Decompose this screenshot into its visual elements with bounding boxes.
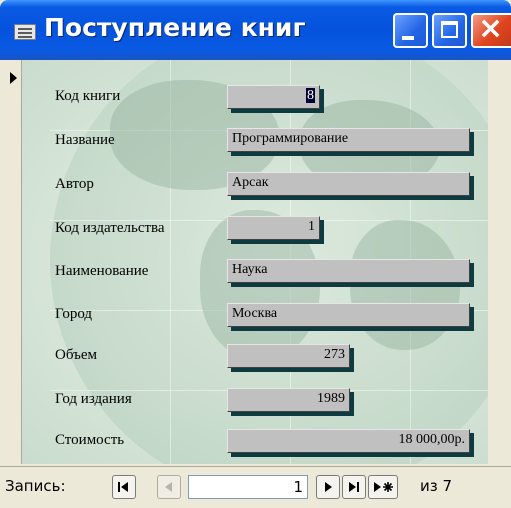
- new-record-icon: [374, 482, 393, 492]
- field-city[interactable]: Москва: [227, 303, 470, 327]
- first-record-icon: [118, 482, 128, 492]
- next-record-button[interactable]: [316, 475, 340, 499]
- label-publication-year: Год издания: [55, 391, 132, 407]
- close-button[interactable]: ×: [471, 11, 511, 48]
- label-city: Город: [55, 306, 93, 322]
- form-right-border: [488, 60, 511, 464]
- previous-record-button[interactable]: [157, 475, 181, 499]
- label-publisher-code: Код издательства: [55, 220, 165, 236]
- form-icon: [14, 24, 36, 40]
- field-book-code[interactable]: 8: [227, 85, 320, 109]
- minimize-icon: [402, 36, 414, 40]
- window-title: Поступление книг: [44, 13, 306, 42]
- maximize-icon: [441, 21, 458, 38]
- current-record-input[interactable]: 1: [188, 475, 308, 499]
- form-detail: Код книги 8 Название Программирование Ав…: [22, 60, 488, 464]
- previous-record-icon: [165, 482, 172, 492]
- maximize-button[interactable]: [432, 13, 467, 48]
- label-author: Автор: [55, 176, 94, 192]
- last-record-icon: [349, 482, 359, 492]
- last-record-button[interactable]: [342, 475, 366, 499]
- first-record-button[interactable]: [112, 475, 136, 499]
- minimize-button[interactable]: [393, 13, 428, 48]
- field-cost[interactable]: 18 000,00р.: [227, 429, 470, 453]
- record-count: из 7: [420, 477, 453, 495]
- field-publication-year[interactable]: 1989: [227, 388, 350, 412]
- field-author[interactable]: Арсак: [227, 172, 470, 196]
- field-publisher-name[interactable]: Наука: [227, 259, 470, 283]
- label-volume: Объем: [55, 347, 97, 363]
- new-record-button[interactable]: [368, 475, 398, 499]
- close-icon: ×: [478, 11, 504, 46]
- form-window: Поступление книг × Код книги 8 Название …: [0, 0, 511, 508]
- record-label: Запись:: [5, 477, 66, 495]
- label-publisher-name: Наименование: [55, 263, 149, 279]
- current-record-arrow-icon: [10, 72, 17, 84]
- field-title[interactable]: Программирование: [227, 128, 470, 152]
- label-title: Название: [55, 132, 115, 148]
- next-record-icon: [325, 482, 332, 492]
- label-book-code: Код книги: [55, 88, 121, 104]
- record-selector[interactable]: [3, 60, 22, 464]
- title-bar[interactable]: Поступление книг ×: [0, 0, 511, 60]
- record-navigation-bar: Запись: 1 из 7: [0, 466, 511, 508]
- field-volume[interactable]: 273: [227, 344, 350, 368]
- label-cost: Стоимость: [55, 432, 125, 448]
- field-publisher-code[interactable]: 1: [227, 216, 320, 240]
